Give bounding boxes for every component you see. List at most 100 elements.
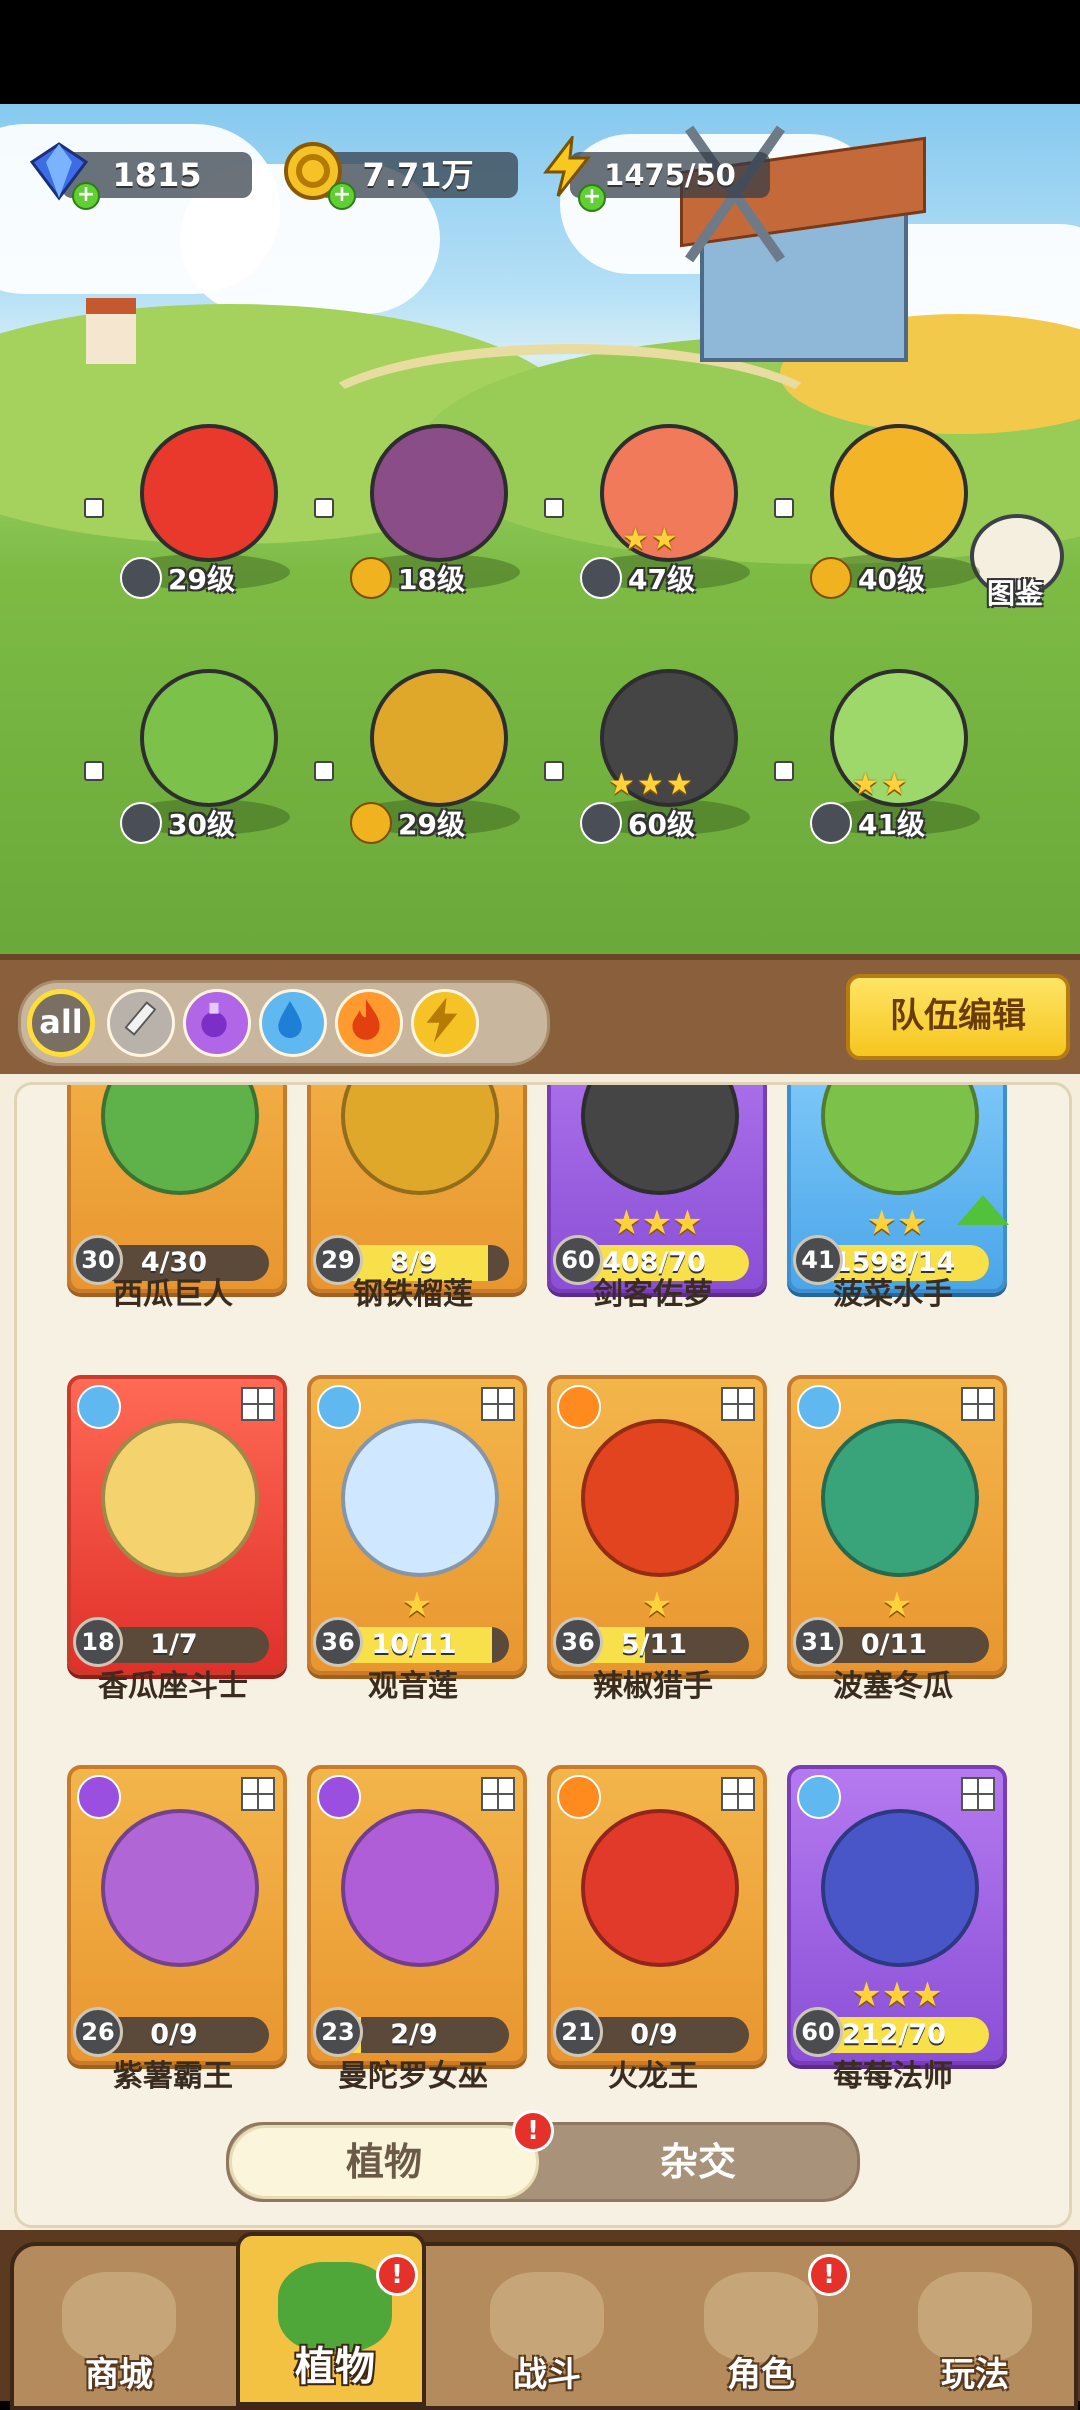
water-element-icon: [317, 1385, 361, 1429]
star-icon: ★: [880, 767, 908, 802]
card-level: 60: [553, 1235, 603, 1285]
poison-element-icon: [317, 1775, 361, 1819]
level-badge: 47级: [580, 557, 695, 599]
plant-portrait: [821, 1085, 979, 1195]
plant-card[interactable]: 0/9 21: [547, 1765, 767, 2065]
team-slot-4[interactable]: 40级: [774, 424, 1000, 614]
plant-card[interactable]: 0/9 26: [67, 1765, 287, 2065]
sword-icon: [580, 802, 622, 844]
plant-card[interactable]: ★ 10/11 36: [307, 1375, 527, 1675]
plant-portrait: [821, 1809, 979, 1967]
nav-gameplay-label: 玩法: [941, 2355, 1009, 2395]
formation-grid-icon: [241, 1777, 275, 1811]
slot-marker-icon: [774, 498, 794, 518]
plant-card-name: 观音莲: [368, 1669, 458, 1704]
team-slot-3[interactable]: ★ ★ 47级: [544, 424, 770, 614]
formation-grid-icon: [481, 1387, 515, 1421]
plant-card[interactable]: ★ 0/11 31: [787, 1375, 1007, 1675]
filter-lightning-icon[interactable]: [411, 989, 479, 1057]
nav-gameplay[interactable]: 玩法: [880, 2246, 1070, 2406]
sword-icon: [120, 802, 162, 844]
plant-portrait: [370, 669, 508, 807]
plant-card-name: 辣椒猎手: [593, 1669, 713, 1704]
card-level: 23: [313, 2007, 363, 2057]
plant-card-name: 香瓜座斗士: [98, 1669, 248, 1704]
plant-card[interactable]: ★ 5/11 36: [547, 1375, 767, 1675]
coin-add-icon: +: [328, 182, 356, 210]
plants-tab[interactable]: 植物: [229, 2125, 539, 2199]
nav-shop-label: 商城: [85, 2355, 153, 2395]
level-badge: 18级: [350, 557, 465, 599]
star-icon: ★: [650, 522, 678, 557]
water-element-icon: [77, 1385, 121, 1429]
water-element-icon: [797, 1385, 841, 1429]
sword-icon: [580, 557, 622, 599]
plant-portrait: [830, 424, 968, 562]
hybrid-tab[interactable]: 杂交: [539, 2125, 857, 2199]
formation-grid-icon: [721, 1387, 755, 1421]
poison-element-icon: [77, 1775, 121, 1819]
plant-card-name: 波塞冬瓜: [833, 1669, 953, 1704]
nav-plants-alert-icon: !: [376, 2254, 418, 2296]
slot-marker-icon: [774, 761, 794, 781]
card-level: 36: [553, 1617, 603, 1667]
filter-water-icon[interactable]: [259, 989, 327, 1057]
plant-card[interactable]: ★★★ 212/70 60: [787, 1765, 1007, 2065]
plant-portrait: [581, 1085, 739, 1195]
level-text: 18级: [398, 563, 465, 596]
plant-card[interactable]: ★★★ 408/70 60: [547, 1085, 767, 1293]
team-slot-5[interactable]: 30级: [84, 669, 310, 859]
level-badge: 40级: [810, 557, 925, 599]
level-badge: 30级: [120, 802, 235, 844]
energy-add-icon: +: [578, 184, 606, 212]
plant-portrait: [101, 1809, 259, 1967]
team-slot-7[interactable]: ★ ★ ★ 60级: [544, 669, 770, 859]
card-level: 21: [553, 2007, 603, 2057]
status-bar: [0, 0, 1080, 104]
star-rating: ★★: [852, 767, 908, 802]
star-icon: ★: [622, 522, 649, 557]
team-slot-2[interactable]: 18级: [314, 424, 540, 614]
plant-card-list[interactable]: 4/30 30 西瓜巨人 8/9 29 钢铁榴莲 ★★★ 408/70 60 剑客佐萝 ★★ 1598…: [14, 1082, 1072, 2228]
plant-portrait: [341, 1809, 499, 1967]
fire-element-icon: [557, 1385, 601, 1429]
element-filter-group: all: [18, 980, 550, 1066]
plant-card-name: 莓莓法师: [833, 2059, 953, 2094]
star-rating: ★★★: [608, 767, 693, 802]
nav-battle[interactable]: 战斗: [452, 2246, 642, 2406]
nav-character-alert-icon: !: [808, 2254, 850, 2296]
plant-portrait: [341, 1419, 499, 1577]
formation-grid-icon: [961, 1387, 995, 1421]
plant-card[interactable]: 2/9 23: [307, 1765, 527, 2065]
team-slot-6[interactable]: 29级: [314, 669, 540, 859]
upgrade-arrow-icon: [957, 1195, 1009, 1225]
plant-portrait: [341, 1085, 499, 1195]
team-slot-8[interactable]: ★ ★ 41级: [774, 669, 1000, 859]
level-badge: 29级: [350, 802, 465, 844]
plant-card[interactable]: ★★ 1598/14 41: [787, 1085, 1007, 1293]
plant-card[interactable]: 1/7 18: [67, 1375, 287, 1675]
card-level: 18: [73, 1617, 123, 1667]
filter-fire-icon[interactable]: [335, 989, 403, 1057]
filter-bar: all 队伍编辑: [0, 954, 1080, 1080]
team-slot-1[interactable]: 29级: [84, 424, 310, 614]
filter-poison-icon[interactable]: [183, 989, 251, 1057]
filter-all-button[interactable]: all: [27, 989, 95, 1057]
plant-card-name: 曼陀罗女巫: [338, 2059, 488, 2094]
level-text: 30级: [168, 808, 235, 841]
nav-character-label: 角色: [727, 2355, 795, 2395]
filter-sword-icon[interactable]: [107, 989, 175, 1057]
small-house: [86, 298, 136, 364]
sword-icon: [810, 802, 852, 844]
team-edit-button[interactable]: 队伍编辑: [846, 974, 1070, 1060]
fire-element-icon: [557, 1775, 601, 1819]
nav-shop[interactable]: 商城: [24, 2246, 214, 2406]
plant-card[interactable]: 8/9 29: [307, 1085, 527, 1293]
plant-card[interactable]: 4/30 30: [67, 1085, 287, 1293]
level-badge: 41级: [810, 802, 925, 844]
plant-card-name: 紫薯霸王: [113, 2059, 233, 2094]
card-level: 31: [793, 1617, 843, 1667]
plant-portrait: [140, 669, 278, 807]
level-badge: 60级: [580, 802, 695, 844]
card-level: 41: [793, 1235, 843, 1285]
